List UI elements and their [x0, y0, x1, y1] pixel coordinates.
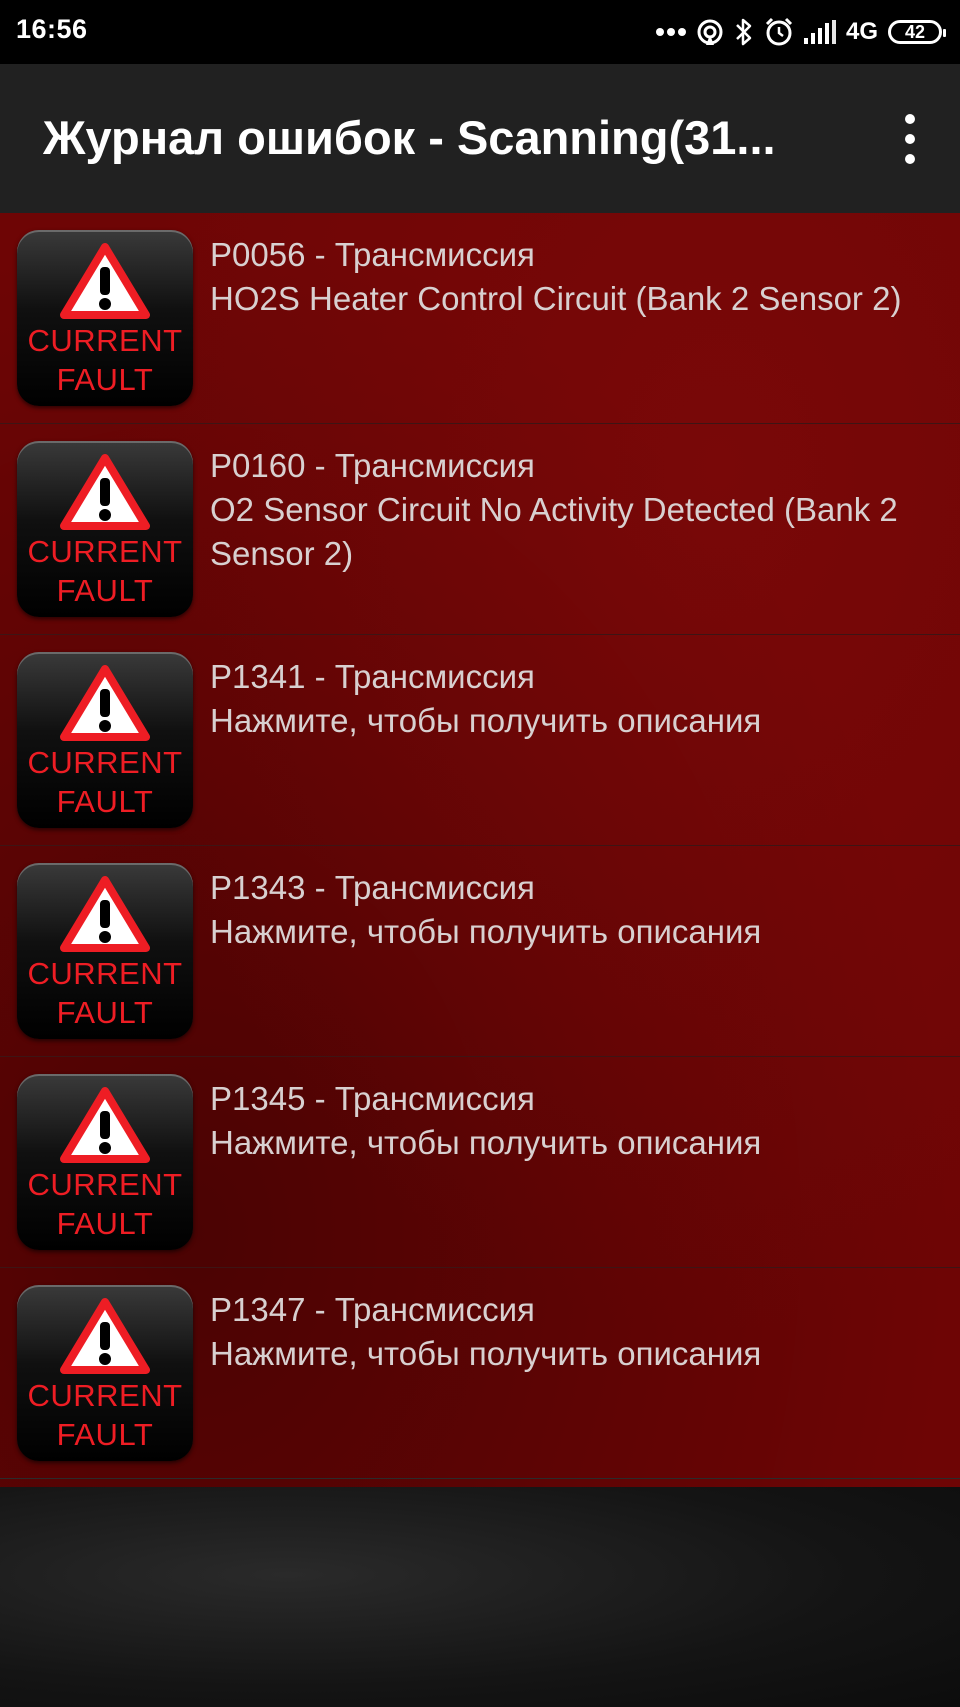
- empty-background: [0, 1487, 960, 1707]
- fault-list-item[interactable]: CURRENT FAULT P1345 - Трансмиссия Нажмит…: [0, 1057, 960, 1268]
- fault-code: P1341 - Трансмиссия: [210, 658, 535, 695]
- current-fault-icon: CURRENT FAULT: [17, 441, 193, 617]
- fault-list: CURRENT FAULT P0056 - Трансмиссия HO2S H…: [0, 213, 960, 1487]
- status-icons: 4G 42: [655, 14, 946, 50]
- fault-description: Нажмите, чтобы получить описания: [210, 1335, 762, 1372]
- battery-level: 42: [904, 21, 926, 42]
- fault-description: Нажмите, чтобы получить описания: [210, 702, 762, 739]
- badge-line-1: CURRENT: [27, 1378, 183, 1413]
- badge-line-2: FAULT: [56, 573, 154, 608]
- warning-triangle-icon: [60, 454, 150, 530]
- fault-text: P0160 - Трансмиссия O2 Sensor Circuit No…: [210, 444, 950, 576]
- fault-text: P1343 - Трансмиссия Нажмите, чтобы получ…: [210, 866, 950, 954]
- current-fault-icon: CURRENT FAULT: [17, 1074, 193, 1250]
- network-type-label: 4G: [845, 18, 878, 45]
- battery-icon: 42: [888, 20, 946, 44]
- fault-list-item[interactable]: CURRENT FAULT P0056 - Трансмиссия HO2S H…: [0, 213, 960, 424]
- menu-dot: [905, 134, 915, 144]
- fault-description: Нажмите, чтобы получить описания: [210, 913, 762, 950]
- fault-code: P0160 - Трансмиссия: [210, 447, 535, 484]
- badge-line-2: FAULT: [56, 362, 154, 397]
- hotspot-icon: [697, 19, 723, 45]
- fault-code: P1343 - Трансмиссия: [210, 869, 535, 906]
- signal-icon: [803, 20, 836, 44]
- badge-line-2: FAULT: [56, 1417, 154, 1452]
- fault-text: P1347 - Трансмиссия Нажмите, чтобы получ…: [210, 1288, 950, 1376]
- warning-triangle-icon: [60, 243, 150, 319]
- badge-line-1: CURRENT: [27, 323, 183, 358]
- page-title: Журнал ошибок - Scanning(31...: [43, 111, 776, 164]
- current-fault-icon: CURRENT FAULT: [17, 1285, 193, 1461]
- fault-text: P0056 - Трансмиссия HO2S Heater Control …: [210, 233, 950, 321]
- current-fault-icon: CURRENT FAULT: [17, 230, 193, 406]
- overflow-menu-icon[interactable]: [898, 114, 922, 164]
- menu-dot: [905, 114, 915, 124]
- badge-line-1: CURRENT: [27, 745, 183, 780]
- badge-line-1: CURRENT: [27, 956, 183, 991]
- fault-description: Нажмите, чтобы получить описания: [210, 1124, 762, 1161]
- fault-description: O2 Sensor Circuit No Activity Detected (…: [210, 491, 898, 572]
- warning-triangle-icon: [60, 1087, 150, 1163]
- fault-description: HO2S Heater Control Circuit (Bank 2 Sens…: [210, 280, 902, 317]
- fault-code: P1345 - Трансмиссия: [210, 1080, 535, 1117]
- fault-list-item[interactable]: CURRENT FAULT P1343 - Трансмиссия Нажмит…: [0, 846, 960, 1057]
- fault-list-item[interactable]: CURRENT FAULT P1341 - Трансмиссия Нажмит…: [0, 635, 960, 846]
- fault-code: P1347 - Трансмиссия: [210, 1291, 535, 1328]
- badge-line-2: FAULT: [56, 995, 154, 1030]
- bluetooth-icon: [736, 18, 752, 46]
- fault-code: P0056 - Трансмиссия: [210, 236, 535, 273]
- fault-text: P1345 - Трансмиссия Нажмите, чтобы получ…: [210, 1077, 950, 1165]
- warning-triangle-icon: [60, 665, 150, 741]
- warning-triangle-icon: [60, 1298, 150, 1374]
- badge-line-1: CURRENT: [27, 534, 183, 569]
- status-time: 16:56: [16, 14, 88, 44]
- current-fault-icon: CURRENT FAULT: [17, 652, 193, 828]
- alarm-icon: [765, 17, 793, 46]
- current-fault-icon: CURRENT FAULT: [17, 863, 193, 1039]
- fault-list-item[interactable]: CURRENT FAULT P1347 - Трансмиссия Нажмит…: [0, 1268, 960, 1479]
- fault-list-item[interactable]: CURRENT FAULT P0160 - Трансмиссия O2 Sen…: [0, 424, 960, 635]
- badge-line-2: FAULT: [56, 784, 154, 819]
- more-notifications-icon: [655, 28, 686, 36]
- app-bar: Журнал ошибок - Scanning(31...: [0, 64, 960, 213]
- status-bar: 16:56 4G 42: [0, 0, 960, 64]
- fault-text: P1341 - Трансмиссия Нажмите, чтобы получ…: [210, 655, 950, 743]
- warning-triangle-icon: [60, 876, 150, 952]
- menu-dot: [905, 154, 915, 164]
- badge-line-1: CURRENT: [27, 1167, 183, 1202]
- badge-line-2: FAULT: [56, 1206, 154, 1241]
